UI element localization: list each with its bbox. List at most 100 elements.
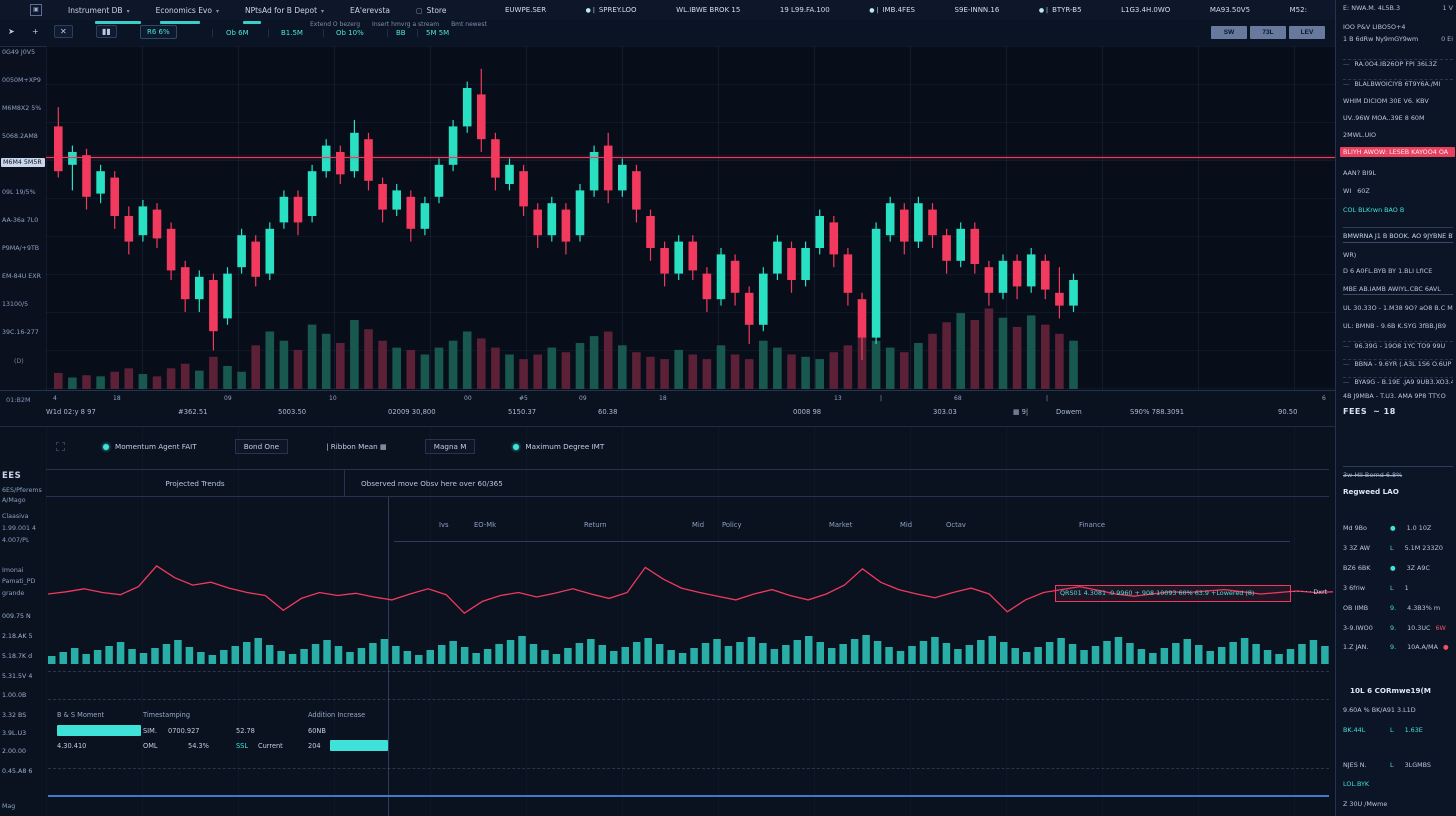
row-label: 3w HII Bernd 6.8% xyxy=(1343,471,1402,479)
timeframe-button[interactable]: R6 6% xyxy=(140,25,177,39)
panel-scale-label: 3.32 BS xyxy=(2,712,26,719)
sidebar-row[interactable]: 96.39G - 19O8 1YC TO9 99U xyxy=(1343,341,1453,350)
row-label: 10L 6 CORmwe19(M xyxy=(1350,686,1431,695)
sidebar-row[interactable]: 3 6friwL1 xyxy=(1343,584,1453,592)
cursor-tool[interactable]: ➤ xyxy=(8,27,15,36)
row-label: UL: BMNB - 9.6B K.SYG 3fBB.JB9 xyxy=(1343,322,1446,330)
sidebar-row[interactable]: BLALBWOICIYB 6T9Y6A./MI xyxy=(1343,79,1453,88)
price-axis-label: 09L 19/5% xyxy=(2,189,45,196)
price-axis-label: M6M8X2 5% xyxy=(2,105,45,112)
sidebar-row[interactable]: 1.Z JAN.9.10A.A/MA● xyxy=(1343,643,1453,651)
sidebar-row[interactable]: 4B J9MBA - T.U3. AMA 9P8 TTY.O xyxy=(1343,392,1453,400)
sidebar-row[interactable]: D 6 A0FL.BYB BY 1.BLI LfICE xyxy=(1343,267,1453,275)
row-flag: ● xyxy=(1443,643,1449,651)
price-axis-label: 13100/5 xyxy=(2,301,45,308)
sidebar-row[interactable]: BMWRNA J1 B BOOK. AO 9JYBNE BW xyxy=(1343,227,1453,243)
sidebar-row[interactable]: 1 VE: NWA.M. 4L5B.3 xyxy=(1343,4,1453,12)
row-status-icon: ● xyxy=(1390,564,1396,572)
panel-scale-label: 1.99.001 4 xyxy=(2,525,36,532)
close-tool[interactable]: ✕ xyxy=(54,25,73,38)
sidebar-row[interactable]: 3w HII Bernd 6.8% xyxy=(1343,466,1453,479)
sidebar-row[interactable]: BYA9G - B.19E .JA9 9UB3.XO3.4 xyxy=(1343,377,1453,386)
timeframe-button[interactable]: Ob 10% xyxy=(336,29,364,37)
action-button-lev[interactable]: LEV xyxy=(1289,26,1325,39)
timeframe-button[interactable]: 5M 5M xyxy=(426,29,449,37)
candle-style-tool[interactable]: ▮▮ xyxy=(96,25,117,38)
stats-cell: Addition Increase xyxy=(308,711,365,719)
sidebar-row[interactable]: MBE AB.IAMB AWIYL.CBC 6AVL xyxy=(1343,285,1453,295)
sidebar-row[interactable]: 9.60A % BK/A91 3.L1D xyxy=(1343,706,1453,714)
timeframe-button[interactable]: BB xyxy=(396,29,406,37)
row-label: RA.0O4.IB26OP FPI 36L3Z xyxy=(1354,60,1437,68)
sidebar-row[interactable]: 0 Ei1 B 6dRw Ny9mGY9wm xyxy=(1343,35,1453,43)
sidebar-row[interactable]: BLIYH AWOW: LESEB KAYOO4 OA xyxy=(1340,147,1455,157)
baseline xyxy=(48,795,1329,797)
sidebar-row[interactable]: AAN? BI9L xyxy=(1343,169,1453,177)
menu-bar: Instrument DB▾ Economics Evo▾ NPtsAd for B… xyxy=(68,6,446,15)
sidebar-row[interactable]: BZ6 6BK●3Z A9C xyxy=(1343,564,1453,572)
stats-cell: 0700.927 xyxy=(168,727,199,735)
quote-value: MA93.50V5 xyxy=(1210,6,1250,14)
action-button-73l[interactable]: 73L xyxy=(1250,26,1286,39)
stats-cell: SIM. xyxy=(143,727,157,735)
action-button-sw[interactable]: SW xyxy=(1211,26,1247,39)
sidebar-row[interactable]: Regweed LAO xyxy=(1343,487,1453,496)
indicator-svg[interactable] xyxy=(48,553,1333,665)
sidebar-row[interactable]: 3 3Z AWL5.1M 233Z0 xyxy=(1343,544,1453,552)
timeframe-button[interactable]: Ob 6M xyxy=(226,29,249,37)
dashed-gridline xyxy=(48,671,1329,672)
sidebar-row[interactable]: BBNA - 9.6YR (.A3L 1S6 O.6UP xyxy=(1343,359,1453,368)
timeframe-button[interactable]: B1.5M xyxy=(281,29,303,37)
panel-tabbar: Projected Trends Observed move Obsv here… xyxy=(46,469,1329,497)
sidebar-row[interactable]: COL BLKrwn BAO B xyxy=(1343,206,1453,214)
quote-item: MA93.50V5 xyxy=(1210,6,1250,14)
menu-item[interactable]: ▢Store xyxy=(416,6,446,15)
row-label: 2MWL.UIO xyxy=(1343,131,1376,139)
crosshair-tool[interactable]: + xyxy=(32,27,39,36)
menu-label: NPtsAd for B Depot xyxy=(245,6,317,15)
menu-item[interactable]: Instrument DB▾ xyxy=(68,6,130,15)
column-header: Ivs xyxy=(439,521,449,529)
sidebar-row[interactable]: 2MWL.UIO xyxy=(1343,131,1453,139)
sidebar-row[interactable]: OB IIMB9.4.3B3% m xyxy=(1343,604,1453,612)
sidebar-row[interactable]: FEES~ 18 xyxy=(1343,407,1453,416)
tab-observed-move[interactable]: Observed move Obsv here over 60/365 xyxy=(345,470,503,496)
quote-item: ● |SPREY.LOO xyxy=(586,6,637,14)
sidebar-row[interactable]: UL 30.33O - 1.M38 9O? aO8 B.C M xyxy=(1343,304,1453,312)
sidebar-row[interactable]: WHIM DICIOM 30E V6. KBV xyxy=(1343,97,1453,105)
indicator-histogram xyxy=(48,635,1329,664)
menu-item[interactable]: NPtsAd for B Depot ▾ xyxy=(245,6,324,15)
row-value: ~ 18 xyxy=(1373,407,1396,416)
sidebar-row[interactable]: LOL.BYK xyxy=(1343,780,1453,788)
menu-item[interactable]: EA'erevsta xyxy=(350,6,390,15)
sidebar-row[interactable]: IOO P&V LIBO5O+4 xyxy=(1343,23,1453,31)
menu-item[interactable]: Economics Evo▾ xyxy=(156,6,219,15)
sidebar-row[interactable]: 3-9.IWO09.10.3UC6W xyxy=(1343,624,1453,632)
sidebar-row[interactable]: 10L 6 CORmwe19(M xyxy=(1350,686,1453,695)
sidebar-row[interactable]: Md 9Bo●1.0 10Z xyxy=(1343,524,1453,532)
price-axis-label: 5068.2AM8 xyxy=(2,133,45,140)
sidebar-row[interactable]: Z 30U /Mwme xyxy=(1343,800,1453,808)
sidebar-row[interactable]: UV..96W MOA..39E 8 60M xyxy=(1343,114,1453,122)
last-price-chip: M6M4 5M5R xyxy=(1,158,45,167)
row-value: 10.3UC xyxy=(1407,624,1430,632)
row-label: 3 3Z AW xyxy=(1343,544,1385,552)
time-axis-label: W1d 02:y 8 97 xyxy=(46,408,96,416)
chevron-down-icon: ▾ xyxy=(321,8,324,15)
candlestick-chart[interactable] xyxy=(46,46,1335,390)
candlestick-svg xyxy=(46,46,1335,390)
row-label: AAN? BI9L xyxy=(1343,169,1376,177)
sidebar-row[interactable]: UL: BMNB - 9.6B K.SYG 3fBB.JB9 xyxy=(1343,322,1453,330)
sidebar-row[interactable]: BK.44LL1.63E xyxy=(1343,726,1453,734)
app-logo-icon[interactable]: ▣ xyxy=(30,4,42,16)
time-axis-label: 0008 98 xyxy=(793,408,821,416)
sidebar-row[interactable]: NJES N.L3LGMBS xyxy=(1343,761,1453,769)
sidebar-row[interactable]: WR) xyxy=(1343,251,1453,259)
panel-scale-label: 3.9L.U3 xyxy=(2,730,26,737)
toolbar-hint: Bmt newest xyxy=(451,21,487,28)
store-icon: ▢ xyxy=(416,7,423,15)
sidebar-row[interactable]: RA.0O4.IB26OP FPI 36L3Z xyxy=(1343,59,1453,68)
stats-cell: 4.30.410 xyxy=(57,742,86,750)
tab-projected-trends[interactable]: Projected Trends xyxy=(46,470,345,496)
sidebar-row[interactable]: WI60Z xyxy=(1343,187,1453,195)
